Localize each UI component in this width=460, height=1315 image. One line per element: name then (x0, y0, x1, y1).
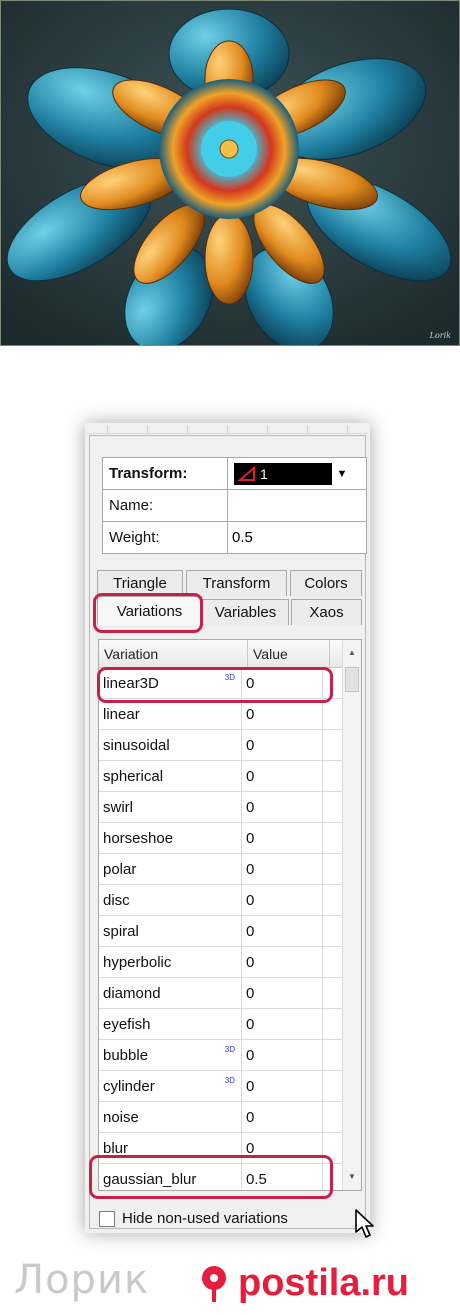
variation-value-field[interactable]: 0 (242, 1009, 323, 1039)
variation-name: polar (99, 854, 242, 884)
table-row[interactable]: cylinder 3D 0 (99, 1071, 361, 1102)
tab-transform[interactable]: Transform (186, 570, 287, 596)
variation-value-field[interactable]: 0 (242, 1102, 323, 1132)
highlight-linear3d-row (97, 667, 333, 703)
highlight-gaussian-blur-row (89, 1155, 333, 1199)
transform-value: 1 (260, 465, 268, 482)
table-row[interactable]: spiral 0 (99, 916, 361, 947)
variation-value-field[interactable]: 0 (242, 854, 323, 884)
variation-value-field[interactable]: 0 (242, 978, 323, 1008)
variation-name: eyefish (99, 1009, 242, 1039)
table-row[interactable]: polar 0 (99, 854, 361, 885)
variation-value-field[interactable]: 0 (242, 699, 323, 729)
variation-name: sinusoidal (99, 730, 242, 760)
weight-field[interactable]: 0.5 (228, 522, 366, 553)
fractal-flower-graphic (1, 1, 459, 345)
table-row[interactable]: hyperbolic 0 (99, 947, 361, 978)
image-signature: Lorik (429, 331, 451, 340)
mouse-cursor-icon (355, 1209, 374, 1238)
postila-pin-icon (202, 1266, 226, 1302)
transform-combo[interactable]: 1 (234, 462, 332, 485)
table-header: Variation Value (99, 640, 361, 668)
table-row[interactable]: sinusoidal 0 (99, 730, 361, 761)
variation-value-field[interactable]: 0 (242, 823, 323, 853)
highlight-variations-tab (93, 593, 203, 633)
chevron-down-icon[interactable]: ▼ (332, 468, 352, 480)
variation-name: spherical (99, 761, 242, 791)
table-row[interactable]: swirl 0 (99, 792, 361, 823)
badge-3d-icon: 3D (224, 1076, 235, 1085)
name-row: Name: (102, 490, 367, 522)
variation-value-field[interactable]: 0 (242, 1040, 323, 1070)
transform-row: Transform: 1 ▼ (102, 457, 367, 490)
transform-select[interactable]: 1 ▼ (228, 458, 366, 489)
badge-3d-icon: 3D (224, 1045, 235, 1054)
variation-name: cylinder 3D (99, 1071, 242, 1101)
tab-colors[interactable]: Colors (290, 570, 362, 596)
hide-non-used-checkbox[interactable] (99, 1210, 115, 1227)
variation-rows: linear3D 3D 0 linear 0 sinusoidal 0 spherical 0 s… (99, 668, 361, 1190)
weight-row: Weight: 0.5 (102, 522, 367, 554)
variation-name: spiral (99, 916, 242, 946)
transform-properties-grid: Transform: 1 ▼ Name: Weight: 0.5 (102, 457, 367, 554)
table-row[interactable]: diamond 0 (99, 978, 361, 1009)
hide-non-used-label: Hide non-used variations (122, 1210, 288, 1227)
column-header-value[interactable]: Value (248, 640, 330, 667)
name-field[interactable] (228, 490, 366, 521)
variation-value-field[interactable]: 0 (242, 885, 323, 915)
panel-top-strip (87, 425, 368, 434)
variation-name: swirl (99, 792, 242, 822)
table-row[interactable]: eyefish 0 (99, 1009, 361, 1040)
fractal-flame-image: Lorik (0, 0, 460, 346)
name-label: Name: (103, 490, 228, 521)
variation-name: hyperbolic (99, 947, 242, 977)
transform-editor-panel: Transform: 1 ▼ Name: Weight: 0.5 Triangl… (85, 423, 370, 1233)
scroll-down-icon[interactable]: ▼ (343, 1168, 361, 1186)
lorik-logo: Лорик (14, 1257, 150, 1303)
hide-non-used-checkbox-row[interactable]: Hide non-used variations (99, 1210, 288, 1227)
variation-value-field[interactable]: 0 (242, 916, 323, 946)
triangle-icon (238, 465, 255, 481)
variation-value-field[interactable]: 0 (242, 1071, 323, 1101)
variations-table: Variation Value linear3D 3D 0 linear 0 sinuso… (98, 639, 362, 1191)
table-row[interactable]: disc 0 (99, 885, 361, 916)
variation-value-field[interactable]: 0 (242, 792, 323, 822)
variation-name: noise (99, 1102, 242, 1132)
column-header-variation[interactable]: Variation (99, 640, 248, 667)
table-row[interactable]: spherical 0 (99, 761, 361, 792)
tab-xaos[interactable]: Xaos (291, 599, 362, 625)
variation-name: diamond (99, 978, 242, 1008)
scroll-up-icon[interactable]: ▲ (343, 644, 361, 662)
table-row[interactable]: linear 0 (99, 699, 361, 730)
table-row[interactable]: horseshoe 0 (99, 823, 361, 854)
variation-name: bubble 3D (99, 1040, 242, 1070)
variation-value-field[interactable]: 0 (242, 947, 323, 977)
weight-label: Weight: (103, 522, 228, 553)
transform-label: Transform: (103, 458, 228, 489)
tab-variables[interactable]: Variables (202, 599, 289, 625)
table-scrollbar[interactable]: ▲ ▼ (342, 640, 361, 1190)
variation-name: linear (99, 699, 242, 729)
variation-name: horseshoe (99, 823, 242, 853)
postila-logo: postila.ru (238, 1262, 410, 1304)
table-row[interactable]: noise 0 (99, 1102, 361, 1133)
variation-value-field[interactable]: 0 (242, 761, 323, 791)
variation-name: disc (99, 885, 242, 915)
scroll-thumb[interactable] (345, 667, 359, 692)
table-row[interactable]: bubble 3D 0 (99, 1040, 361, 1071)
variation-value-field[interactable]: 0 (242, 730, 323, 760)
